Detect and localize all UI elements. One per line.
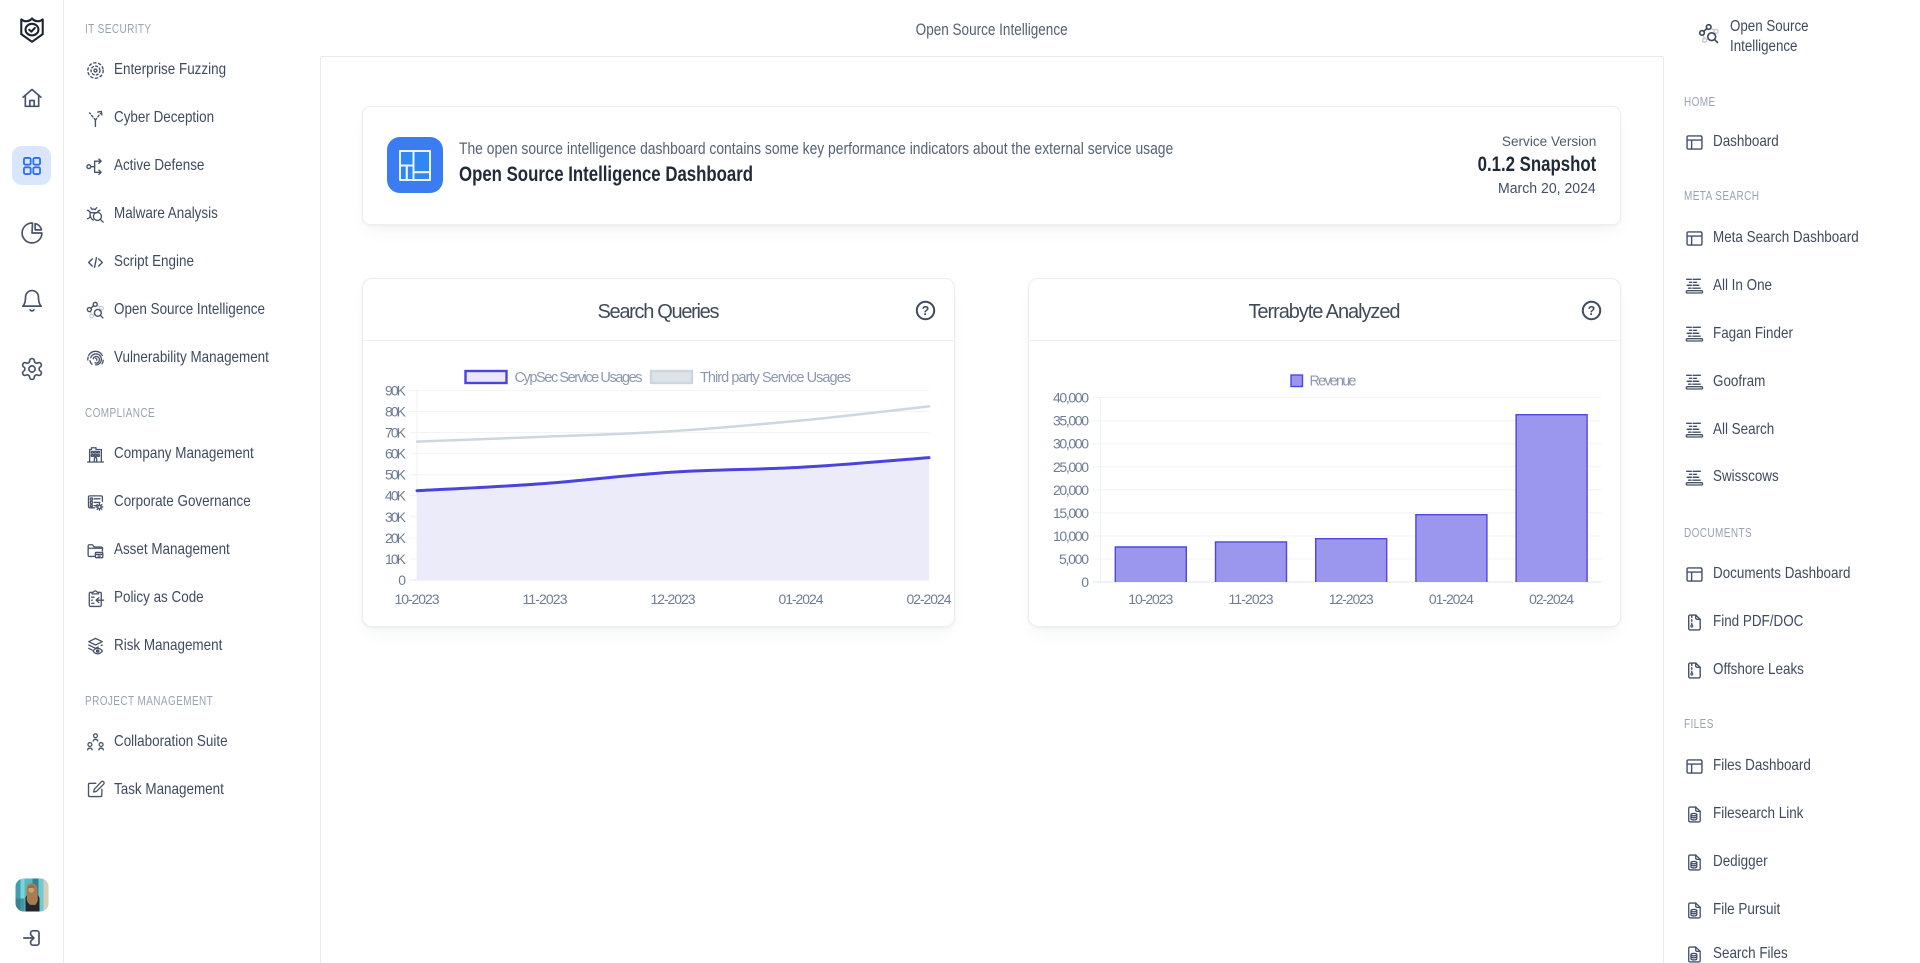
svg-text:35,000: 35,000 (1053, 413, 1089, 429)
svg-text:12-2023: 12-2023 (651, 591, 696, 607)
svg-text:10K: 10K (385, 551, 407, 567)
svg-text:01-2024: 01-2024 (1429, 591, 1474, 607)
svg-text:25,000: 25,000 (1053, 459, 1089, 475)
svg-text:30K: 30K (385, 509, 407, 525)
svg-text:70K: 70K (385, 425, 407, 441)
svg-text:10,000: 10,000 (1053, 528, 1089, 544)
svg-text:Third party Service Usages: Third party Service Usages (700, 370, 851, 386)
svg-text:11-2023: 11-2023 (1229, 591, 1274, 607)
svg-text:20K: 20K (385, 530, 407, 546)
svg-text:Search Queries: Search Queries (598, 301, 720, 323)
svg-text:20,000: 20,000 (1053, 482, 1089, 498)
svg-text:10-2023: 10-2023 (1128, 591, 1173, 607)
svg-text:5,000: 5,000 (1059, 551, 1089, 567)
svg-text:0: 0 (398, 572, 406, 588)
svg-text:01-2024: 01-2024 (779, 591, 824, 607)
svg-text:15,000: 15,000 (1053, 505, 1089, 521)
svg-text:?: ? (1588, 304, 1596, 318)
svg-text:02-2024: 02-2024 (1529, 591, 1574, 607)
svg-text:90K: 90K (385, 382, 407, 398)
svg-text:02-2024: 02-2024 (907, 591, 952, 607)
svg-text:50K: 50K (385, 467, 407, 483)
svg-text:30,000: 30,000 (1053, 436, 1089, 452)
svg-text:60K: 60K (385, 446, 407, 462)
svg-text:Revenue: Revenue (1310, 374, 1357, 390)
svg-text:Terrabyte Analyzed: Terrabyte Analyzed (1249, 301, 1401, 323)
svg-text:0: 0 (1081, 574, 1089, 590)
svg-text:40K: 40K (385, 488, 407, 504)
svg-text:12-2023: 12-2023 (1329, 591, 1374, 607)
svg-text:10-2023: 10-2023 (395, 591, 440, 607)
svg-text:11-2023: 11-2023 (523, 591, 568, 607)
svg-text:40,000: 40,000 (1053, 390, 1089, 406)
svg-text:CypSec Service Usages: CypSec Service Usages (515, 370, 643, 386)
svg-text:80K: 80K (385, 404, 407, 420)
svg-text:?: ? (922, 304, 930, 318)
